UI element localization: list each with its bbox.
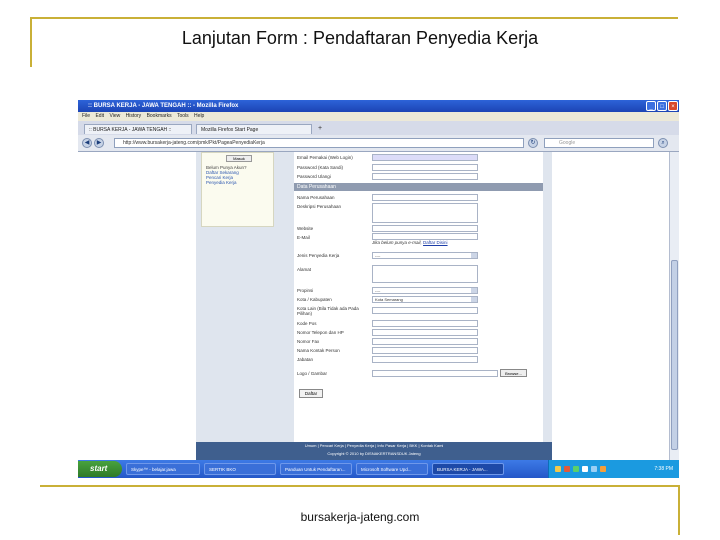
windows-taskbar: start Skype™ - belajar.jawa SERTIK BKO P… xyxy=(78,460,679,478)
city-label: Kota / Kabupaten xyxy=(297,297,332,302)
employer-link[interactable]: Penyedia Kerja xyxy=(206,180,272,185)
address-label: Alamat xyxy=(297,267,312,272)
email-hint: Jika belum punya e-mail, Daftar Disini xyxy=(372,240,448,245)
position-input[interactable] xyxy=(372,356,478,363)
menu-tools[interactable]: Tools xyxy=(177,113,189,119)
taskbar-skype[interactable]: Skype™ - belajar.jawa xyxy=(126,463,200,475)
back-icon[interactable]: ◀ xyxy=(82,138,92,148)
register-email-link[interactable]: Daftar Disini xyxy=(423,240,448,245)
login-button[interactable]: Masuk xyxy=(226,155,252,162)
city-select[interactable]: Kota Semarang xyxy=(372,296,478,303)
province-label: Propinsi xyxy=(297,288,314,293)
tray-skype-icon[interactable] xyxy=(573,466,579,472)
taskbar-clock: 7:38 PM xyxy=(654,466,673,472)
company-description-textarea[interactable] xyxy=(372,203,478,223)
menu-history[interactable]: History xyxy=(126,113,142,119)
employer-type-label: Jenis Penyedia Kerja xyxy=(297,253,340,258)
tray-misc-icon[interactable] xyxy=(600,466,606,472)
email-login-label: Email Pemakai (Web Login) xyxy=(297,155,353,160)
page-footer: Umum | Pencari Kerja | Penyedia Kerja | … xyxy=(196,442,552,460)
company-name-input[interactable] xyxy=(372,194,478,201)
tray-security-icon[interactable] xyxy=(564,466,570,472)
menu-edit[interactable]: Edit xyxy=(95,113,104,119)
tray-update-icon[interactable] xyxy=(591,466,597,472)
vertical-scrollbar[interactable] xyxy=(669,152,679,460)
phone-label: Nomor Telepon dan HP xyxy=(297,330,344,335)
province-select[interactable]: ---- xyxy=(372,287,478,294)
fax-label: Nomor Fax xyxy=(297,339,320,344)
slide-bottom-rule xyxy=(40,485,680,487)
slide-top-rule xyxy=(30,17,678,19)
company-name-label: Nama Perusahaan xyxy=(297,195,335,200)
phone-input[interactable] xyxy=(372,329,478,336)
login-sidebar: Masuk Belum Punya Akun? Daftar Sekarang … xyxy=(201,152,274,227)
address-textarea[interactable] xyxy=(372,265,478,283)
window-titlebar: :: BURSA KERJA - JAWA TENGAH :: - Mozill… xyxy=(78,100,679,112)
other-city-label: Kota Lain (Bila Tidak ada Pada Pilihan) xyxy=(297,306,359,316)
search-icon[interactable]: ⌕ xyxy=(658,138,668,148)
tab-bursa-kerja[interactable]: :: BURSA KERJA - JAWA TENGAH :: xyxy=(84,124,192,134)
browse-button[interactable]: Browse... xyxy=(500,369,527,377)
position-label: Jabatan xyxy=(297,357,314,362)
search-input[interactable]: Google xyxy=(544,138,654,148)
slide-title: Lanjutan Form : Pendaftaran Penyedia Ker… xyxy=(181,28,539,48)
logo-file-input[interactable] xyxy=(372,370,498,377)
maximize-icon[interactable]: □ xyxy=(657,101,667,111)
other-city-input[interactable] xyxy=(372,307,478,314)
company-description-label: Deskripsi Perusahaan xyxy=(297,204,342,209)
taskbar-panduan[interactable]: Panduan Untuk Pendaftaran... xyxy=(280,463,352,475)
contact-person-label: Nama Kontak Person xyxy=(297,348,340,353)
start-button[interactable]: start xyxy=(78,461,122,477)
address-bar[interactable]: http://www.bursakerja-jateng.com/pmk/Pkt… xyxy=(114,138,524,148)
email-login-input[interactable] xyxy=(372,154,478,161)
window-title: :: BURSA KERJA - JAWA TENGAH :: - Mozill… xyxy=(88,103,239,109)
website-label: Website xyxy=(297,226,314,231)
new-tab-icon[interactable]: + xyxy=(315,124,325,134)
close-icon[interactable]: × xyxy=(668,101,678,111)
minimize-icon[interactable]: _ xyxy=(646,101,656,111)
password-label: Password (Kata Sandi) xyxy=(297,165,344,170)
tray-volume-icon[interactable] xyxy=(582,466,588,472)
password-repeat-label: Password Ulangi xyxy=(297,174,331,179)
password-input[interactable] xyxy=(372,164,478,171)
reload-icon[interactable]: ↻ xyxy=(528,138,538,148)
scrollbar-thumb[interactable] xyxy=(671,260,678,450)
website-input[interactable] xyxy=(372,225,478,232)
menu-help[interactable]: Help xyxy=(194,113,204,119)
footer-copyright: Copyright © 2010 by DISNAKERTRANSDUK Jat… xyxy=(327,451,421,456)
navigation-bar: ◀ ▶ http://www.bursakerja-jateng.com/pmk… xyxy=(78,135,679,152)
tab-bar: :: BURSA KERJA - JAWA TENGAH :: Mozilla … xyxy=(78,121,679,136)
slide-footer: bursakerja-jateng.com xyxy=(300,510,420,524)
menu-file[interactable]: File xyxy=(82,113,90,119)
browser-screenshot: :: BURSA KERJA - JAWA TENGAH :: - Mozill… xyxy=(78,100,679,478)
email-label: E-Mail xyxy=(297,235,310,240)
taskbar-sertik[interactable]: SERTIK BKO xyxy=(204,463,276,475)
postal-code-input[interactable] xyxy=(372,320,478,327)
employer-type-select[interactable]: ---- xyxy=(372,252,478,259)
system-tray: 7:38 PM xyxy=(548,460,679,478)
menu-view[interactable]: View xyxy=(109,113,120,119)
logo-label: Logo / Gambar xyxy=(297,371,328,376)
taskbar-bursa-kerja[interactable]: BURSA KERJA - JAWA... xyxy=(432,463,504,475)
tray-network-icon[interactable] xyxy=(555,466,561,472)
password-repeat-input[interactable] xyxy=(372,173,478,180)
tab-firefox-start[interactable]: Mozilla Firefox Start Page xyxy=(196,124,312,134)
contact-person-input[interactable] xyxy=(372,347,478,354)
submit-button[interactable]: Daftar xyxy=(299,389,323,398)
fax-input[interactable] xyxy=(372,338,478,345)
footer-links[interactable]: Umum | Pencari Kerja | Penyedia Kerja | … xyxy=(196,442,552,450)
taskbar-ms-update[interactable]: Microsoft Software Upd... xyxy=(356,463,428,475)
menu-bookmarks[interactable]: Bookmarks xyxy=(147,113,172,119)
section-company-data: Data Perusahaan xyxy=(294,183,543,191)
page-viewport: Masuk Belum Punya Akun? Daftar Sekarang … xyxy=(78,152,679,460)
email-input[interactable] xyxy=(372,233,478,240)
postal-code-label: Kode Pos xyxy=(297,321,317,326)
menu-bar: File Edit View History Bookmarks Tools H… xyxy=(78,112,679,121)
registration-form: Email Pemakai (Web Login) Password (Kata… xyxy=(294,152,543,452)
forward-icon[interactable]: ▶ xyxy=(94,138,104,148)
